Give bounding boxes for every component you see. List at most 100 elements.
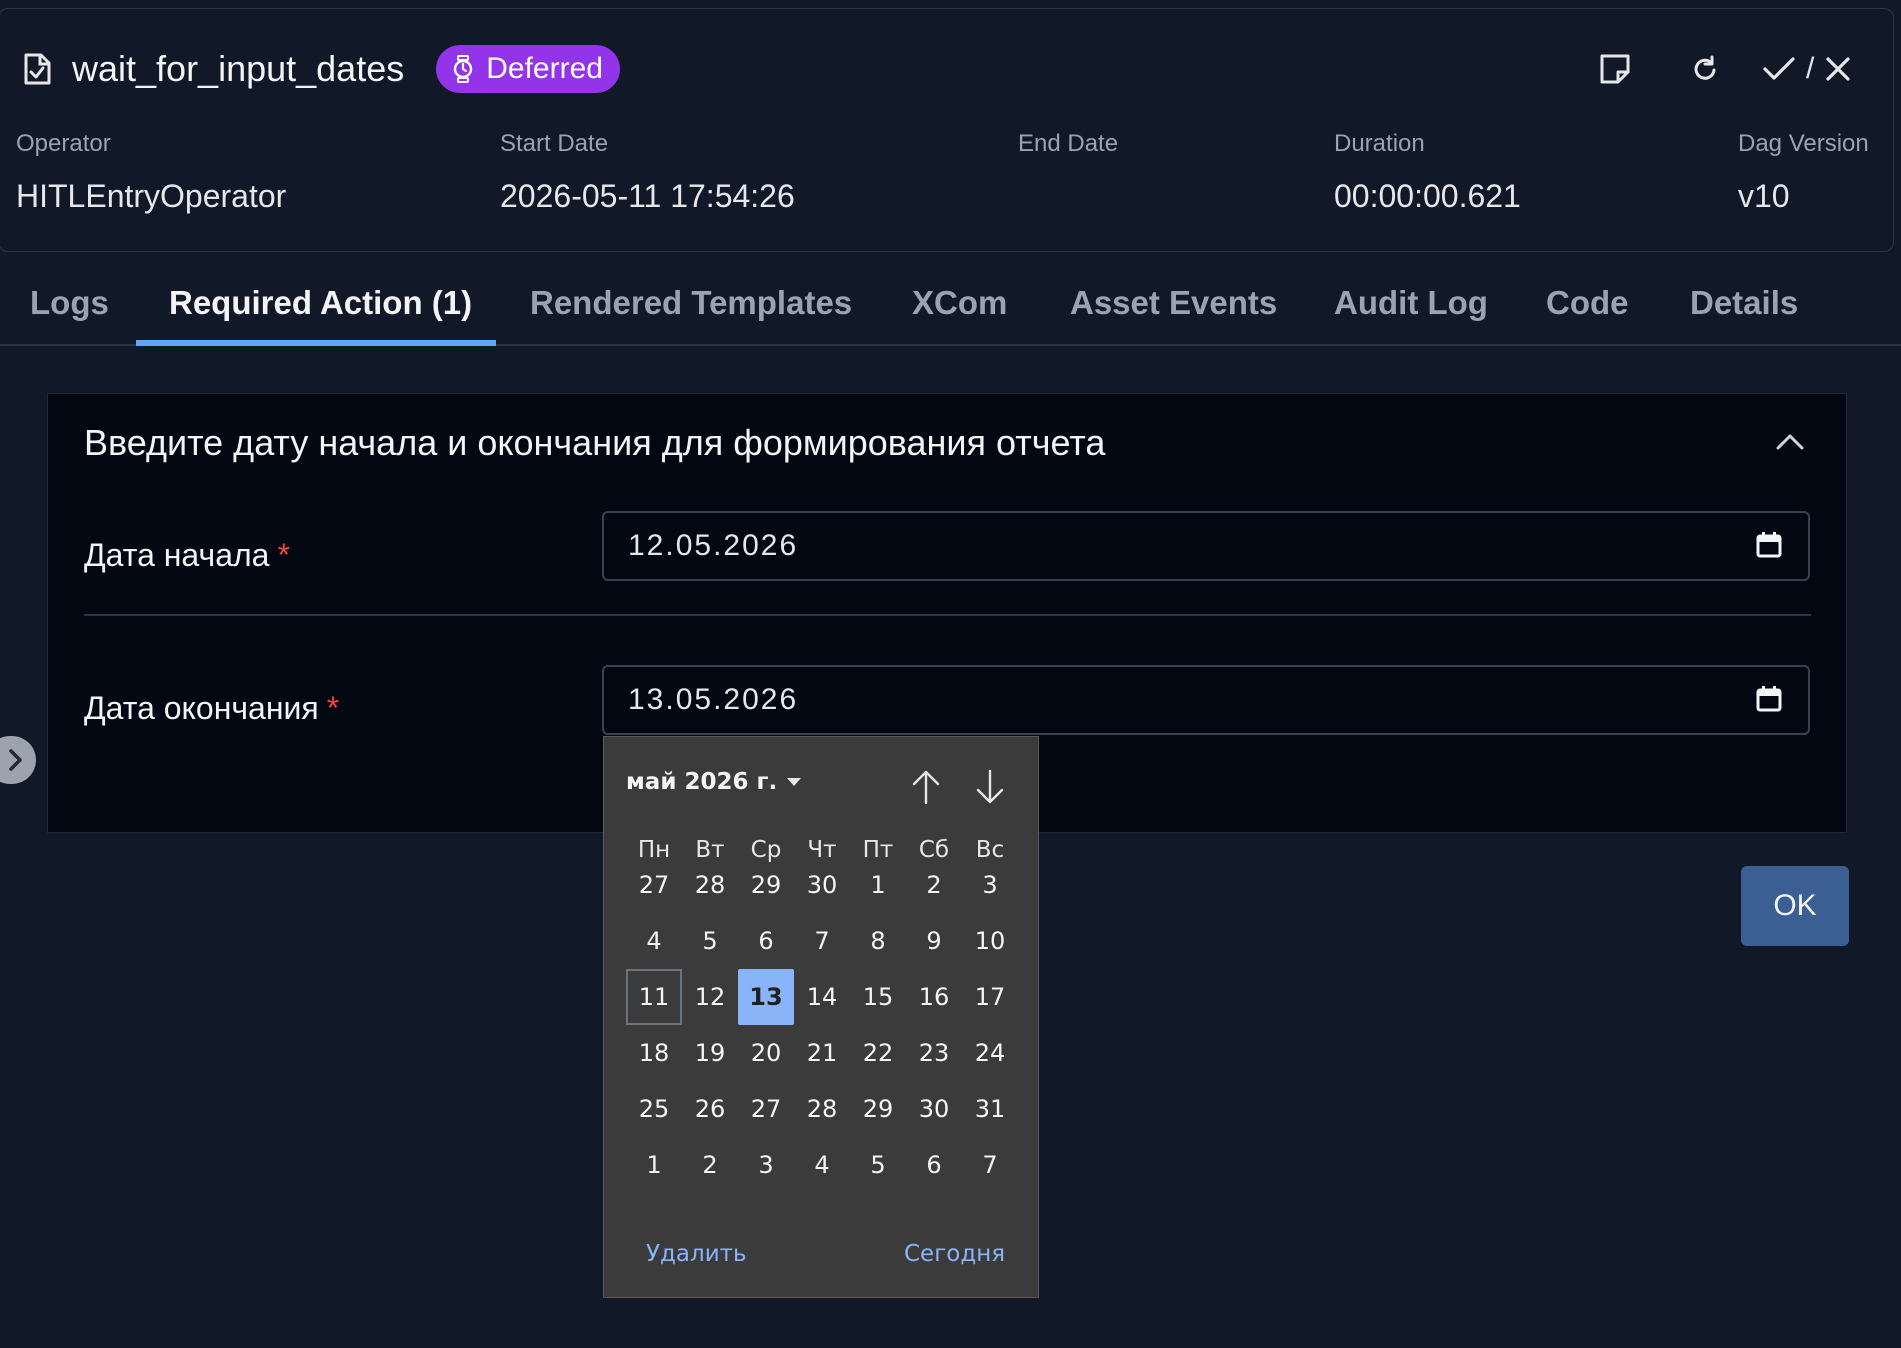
- tab-rendered-templates[interactable]: Rendered Templates: [530, 284, 852, 342]
- add-note-button[interactable]: [1592, 44, 1638, 94]
- form-heading: Введите дату начала и окончания для форм…: [84, 422, 1106, 463]
- tab-bar: Logs Required Action (1) Rendered Templa…: [0, 268, 1901, 346]
- calendar-day[interactable]: 2: [906, 857, 962, 913]
- timer-icon: [452, 54, 474, 84]
- sidebar-toggle-button[interactable]: [0, 736, 36, 784]
- calendar-day[interactable]: 26: [682, 1081, 738, 1137]
- calendar-day[interactable]: 28: [794, 1081, 850, 1137]
- meta-label-duration: Duration: [1334, 130, 1425, 157]
- calendar-day[interactable]: 31: [962, 1081, 1018, 1137]
- arrow-up-icon: [910, 769, 942, 805]
- month-year-selector[interactable]: май 2026 г.: [626, 769, 802, 795]
- tab-required-action[interactable]: Required Action (1): [169, 284, 472, 342]
- task-name: wait_for_input_dates: [72, 48, 405, 89]
- calendar-day[interactable]: 29: [738, 857, 794, 913]
- meta-value-start-date: 2026-05-11 17:54:26: [500, 178, 795, 214]
- calendar-day[interactable]: 6: [738, 913, 794, 969]
- start-date-value: 12.05.2026: [628, 529, 799, 562]
- calendar-day[interactable]: 17: [962, 969, 1018, 1025]
- calendar-day[interactable]: 3: [962, 857, 1018, 913]
- end-date-input[interactable]: 13.05.2026: [602, 665, 1810, 735]
- end-date-label-text: Дата окончания: [84, 690, 319, 726]
- meta-label-end-date: End Date: [1018, 130, 1119, 157]
- calendar-day[interactable]: 6: [906, 1137, 962, 1193]
- arrow-down-icon: [974, 769, 1006, 805]
- calendar-day[interactable]: 2: [682, 1137, 738, 1193]
- clear-date-button[interactable]: Удалить: [646, 1241, 747, 1267]
- tab-xcom[interactable]: XCom: [912, 284, 1007, 342]
- start-date-input[interactable]: 12.05.2026: [602, 511, 1810, 581]
- clear-task-button[interactable]: [1682, 44, 1728, 94]
- calendar-day[interactable]: 16: [906, 969, 962, 1025]
- calendar-day[interactable]: 27: [738, 1081, 794, 1137]
- active-tab-indicator: [136, 340, 496, 346]
- calendar-day[interactable]: 21: [794, 1025, 850, 1081]
- required-mark: *: [326, 690, 340, 726]
- next-month-button[interactable]: [970, 765, 1010, 809]
- calendar-day[interactable]: 18: [626, 1025, 682, 1081]
- mark-as-button[interactable]: /: [1762, 44, 1892, 94]
- required-mark: *: [277, 537, 290, 573]
- calendar-day[interactable]: 14: [794, 969, 850, 1025]
- calendar-day[interactable]: 20: [738, 1025, 794, 1081]
- calendar-day[interactable]: 3: [738, 1137, 794, 1193]
- date-picker-popup: май 2026 г. Пн Вт Ср Чт Пт Сб Вс 27 28 29 3…: [603, 736, 1039, 1298]
- refresh-icon: [1690, 54, 1720, 84]
- chevron-right-icon: [8, 748, 24, 772]
- dropdown-caret-icon: [787, 778, 802, 786]
- ok-button[interactable]: OK: [1741, 866, 1849, 946]
- check-icon: [1762, 54, 1796, 84]
- calendar-day-today[interactable]: 11: [626, 969, 682, 1025]
- calendar-day[interactable]: 24: [962, 1025, 1018, 1081]
- calendar-day[interactable]: 19: [682, 1025, 738, 1081]
- tab-logs[interactable]: Logs: [30, 284, 109, 342]
- calendar-day[interactable]: 7: [962, 1137, 1018, 1193]
- tab-audit-log[interactable]: Audit Log: [1334, 284, 1488, 342]
- meta-label-start-date: Start Date: [500, 130, 609, 157]
- calendar-day[interactable]: 1: [850, 857, 906, 913]
- calendar-day[interactable]: 7: [794, 913, 850, 969]
- note-icon: [1598, 52, 1632, 86]
- calendar-day[interactable]: 5: [850, 1137, 906, 1193]
- state-badge-label: Deferred: [486, 52, 603, 85]
- calendar-day-selected[interactable]: 13: [738, 969, 794, 1025]
- previous-month-button[interactable]: [906, 765, 946, 809]
- task-title-row: wait_for_input_dates Deferred: [22, 44, 620, 94]
- calendar-day[interactable]: 30: [794, 857, 850, 913]
- start-date-label: Дата начала *: [84, 537, 290, 574]
- chevron-up-icon: [1775, 433, 1805, 451]
- calendar-day[interactable]: 1: [626, 1137, 682, 1193]
- tab-details[interactable]: Details: [1690, 284, 1798, 342]
- calendar-day[interactable]: 15: [850, 969, 906, 1025]
- calendar-day[interactable]: 25: [626, 1081, 682, 1137]
- calendar-day[interactable]: 30: [906, 1081, 962, 1137]
- calendar-day[interactable]: 23: [906, 1025, 962, 1081]
- calendar-day[interactable]: 10: [962, 913, 1018, 969]
- month-year-label: май 2026 г.: [626, 769, 778, 795]
- collapse-button[interactable]: [1770, 425, 1810, 459]
- tab-asset-events[interactable]: Asset Events: [1070, 284, 1277, 342]
- calendar-day[interactable]: 12: [682, 969, 738, 1025]
- document-check-icon: [22, 51, 54, 87]
- state-badge: Deferred: [436, 45, 620, 93]
- mark-as-separator: /: [1806, 52, 1815, 85]
- calendar-icon[interactable]: [1756, 531, 1786, 563]
- tab-code[interactable]: Code: [1546, 284, 1629, 342]
- calendar-icon[interactable]: [1756, 685, 1786, 717]
- calendar-day[interactable]: 5: [682, 913, 738, 969]
- end-date-value: 13.05.2026: [628, 683, 799, 716]
- calendar-day[interactable]: 9: [906, 913, 962, 969]
- meta-value-duration: 00:00:00.621: [1334, 178, 1521, 214]
- calendar-day[interactable]: 8: [850, 913, 906, 969]
- calendar-day[interactable]: 28: [682, 857, 738, 913]
- meta-label-dag-version: Dag Version: [1738, 130, 1869, 157]
- calendar-day[interactable]: 22: [850, 1025, 906, 1081]
- field-divider: [84, 614, 1811, 616]
- calendar-day[interactable]: 4: [626, 913, 682, 969]
- calendar-day[interactable]: 29: [850, 1081, 906, 1137]
- calendar-day[interactable]: 4: [794, 1137, 850, 1193]
- end-date-label: Дата окончания *: [84, 690, 339, 727]
- start-date-label-text: Дата начала: [84, 537, 270, 573]
- today-button[interactable]: Сегодня: [904, 1241, 1005, 1267]
- calendar-day[interactable]: 27: [626, 857, 682, 913]
